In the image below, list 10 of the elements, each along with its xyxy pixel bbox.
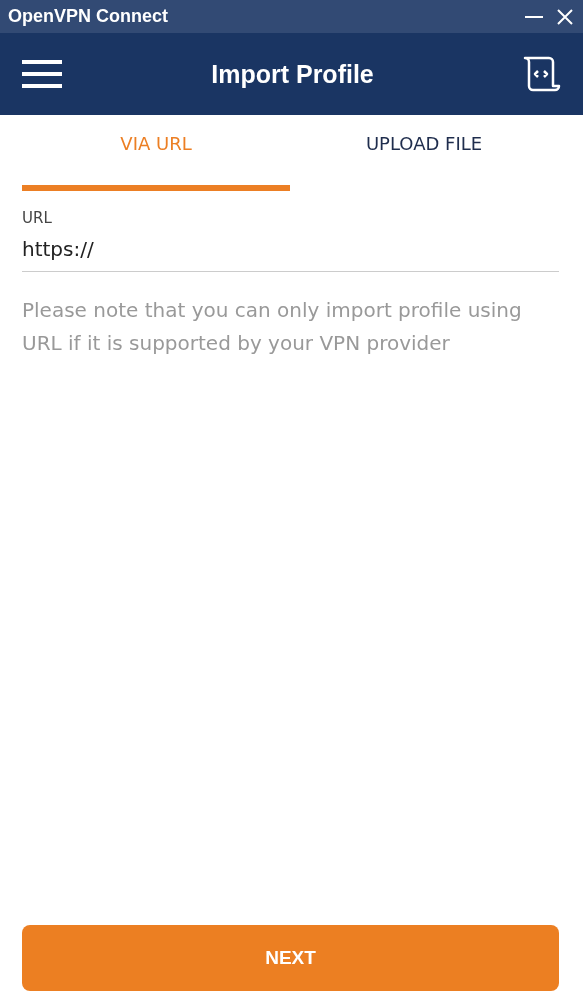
close-icon[interactable] bbox=[557, 8, 573, 25]
page-title: Import Profile bbox=[211, 59, 374, 89]
menu-icon[interactable] bbox=[22, 60, 62, 88]
code-scroll-icon[interactable] bbox=[523, 56, 561, 92]
tab[interactable]: UPLOAD FILE bbox=[290, 117, 558, 191]
note-text: Please note that you can only import profile using URL if it is supported by your VPN provider bbox=[22, 297, 523, 357]
url-label: URL bbox=[22, 209, 52, 227]
url-input-field[interactable]: https:// bbox=[22, 227, 559, 272]
minimize-icon[interactable] bbox=[525, 15, 543, 18]
window-title: OpenVPN Connect bbox=[8, 6, 169, 27]
